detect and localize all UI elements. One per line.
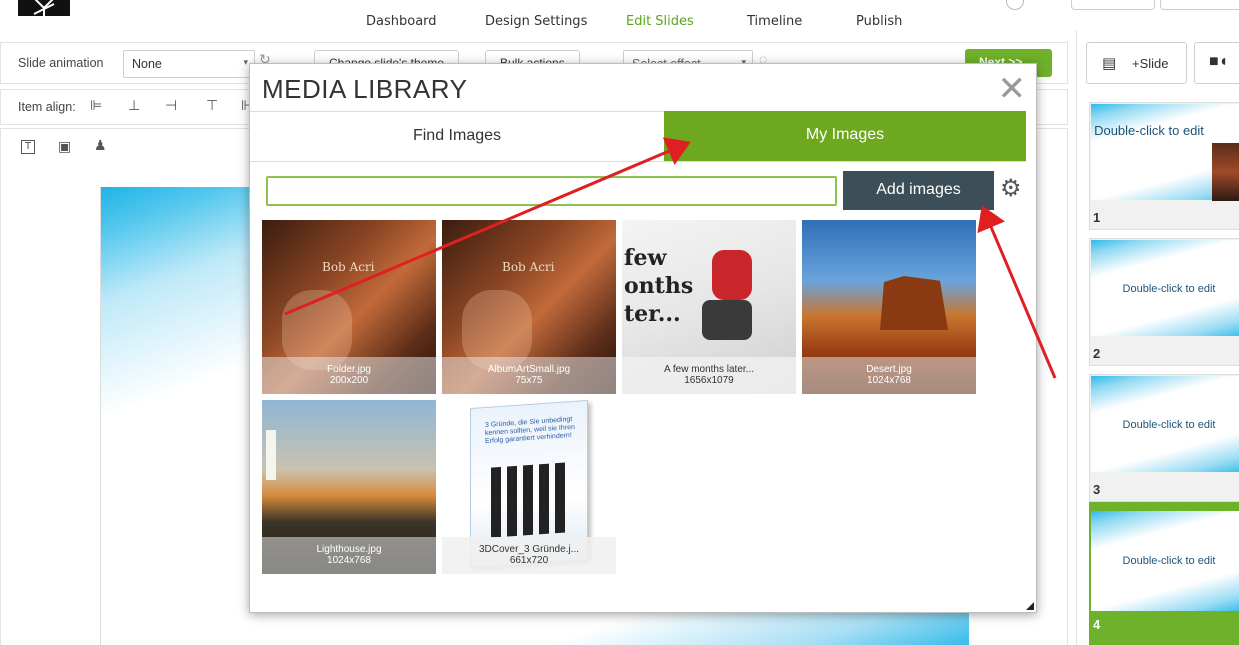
slide-thumbnail-2[interactable]: Double-click to edit 2 [1089, 238, 1239, 366]
slide-thumbnail-text: Double-click to edit [1122, 283, 1216, 295]
image-size: 200x200 [329, 375, 369, 386]
add-slide-button[interactable]: ▤ +Slide [1086, 42, 1187, 84]
search-input[interactable] [266, 176, 837, 206]
add-slide-label: +Slide [1132, 56, 1169, 71]
image-caption: Folder.jpg 200x200 [262, 357, 436, 394]
text-box-icon[interactable]: T [21, 140, 35, 154]
image-size: 75x75 [515, 375, 543, 386]
nav-timeline[interactable]: Timeline [747, 14, 802, 29]
gear-icon[interactable]: ⚙ [1000, 174, 1022, 202]
image-name: AlbumArtSmall.jpg [487, 364, 571, 375]
video-camera-icon: ■◖ [1209, 53, 1229, 70]
image-icon[interactable]: ▣ [58, 139, 71, 155]
tile-artwork-people [491, 462, 569, 538]
tile-artwork-text: Bob Acri [322, 260, 375, 274]
image-size: 1024x768 [867, 375, 911, 386]
top-button-2[interactable] [1160, 0, 1239, 10]
slide-thumbnail-text: Double-click to edit [1122, 419, 1216, 431]
tile-artwork-skier-legs [702, 300, 752, 340]
media-library-modal: MEDIA LIBRARY ✕ Find Images My Images Ad… [249, 63, 1037, 613]
image-tile-albumart[interactable]: Bob Acri AlbumArtSmall.jpg 75x75 [442, 220, 616, 394]
image-caption: AlbumArtSmall.jpg 75x75 [442, 357, 616, 394]
image-tile-desert[interactable]: Desert.jpg 1024x768 [802, 220, 976, 394]
chevron-down-icon: ▾ [243, 57, 248, 67]
add-images-button[interactable]: Add images [843, 171, 994, 210]
tile-artwork-lighthouse [266, 430, 276, 480]
image-caption: Desert.jpg 1024x768 [802, 357, 976, 394]
image-name: A few months later... [663, 364, 755, 375]
image-caption: 3DCover_3 Gründe.j... 661x720 [442, 537, 616, 574]
tile-artwork-butte [880, 276, 948, 330]
slide-thumbnail-3[interactable]: Double-click to edit 3 [1089, 374, 1239, 502]
image-tile-lighthouse[interactable]: Lighthouse.jpg 1024x768 [262, 400, 436, 574]
tile-text-line: onths [624, 273, 694, 299]
align-left-icon[interactable]: ⊫ [90, 98, 102, 114]
image-tile-ski[interactable]: few onths ter... A few months later... 1… [622, 220, 796, 394]
image-size: 1656x1079 [684, 375, 734, 386]
resize-handle[interactable] [1026, 602, 1034, 610]
app-logo[interactable] [18, 0, 70, 16]
slide-icon: ▤ [1102, 54, 1117, 72]
image-size: 661x720 [509, 555, 549, 566]
slide-thumbnail-1[interactable]: Double-click to edit 1 [1089, 102, 1239, 230]
help-icon[interactable] [1006, 0, 1024, 10]
slide-animation-select[interactable]: None ▾ [123, 50, 255, 78]
video-button[interactable]: ■◖ [1194, 42, 1239, 84]
tile-artwork-text: Bob Acri [502, 260, 555, 274]
item-align-label: Item align: [18, 100, 76, 114]
slide-thumbnail-text: Double-click to edit [1122, 555, 1216, 567]
nav-edit-slides[interactable]: Edit Slides [626, 14, 694, 29]
image-name: Lighthouse.jpg [316, 544, 382, 555]
align-center-icon[interactable]: ⊥ [128, 98, 140, 114]
slide-number: 3 [1093, 482, 1101, 497]
tile-artwork-skier [712, 250, 752, 300]
image-caption: Lighthouse.jpg 1024x768 [262, 537, 436, 574]
nav-dashboard[interactable]: Dashboard [366, 14, 437, 29]
tab-my-images[interactable]: My Images [664, 111, 1026, 161]
image-tile-folder[interactable]: Bob Acri Folder.jpg 200x200 [262, 220, 436, 394]
tile-artwork-text: few onths ter... [624, 244, 693, 328]
tile-text-line: few [624, 245, 667, 271]
slide-number: 4 [1093, 617, 1101, 632]
slide-animation-label: Slide animation [18, 56, 104, 70]
align-top-icon[interactable]: ⊤ [206, 98, 218, 114]
modal-title: MEDIA LIBRARY [262, 74, 468, 104]
panel-divider [1076, 30, 1077, 645]
top-nav: Dashboard Design Settings Edit Slides Ti… [0, 0, 1239, 36]
image-name: Desert.jpg [866, 364, 912, 375]
image-size: 1024x768 [327, 555, 371, 566]
top-button-1[interactable] [1071, 0, 1155, 10]
slide-animation-value: None [132, 57, 162, 71]
slide-thumbnail-photo [1212, 143, 1239, 201]
tile-artwork-text: 3 Gründe, die Sie unbedingt kennen sollt… [485, 415, 575, 446]
image-caption: A few months later... 1656x1079 [622, 357, 796, 394]
image-name: 3DCover_3 Gründe.j... [478, 544, 580, 555]
align-right-icon[interactable]: ⊣ [165, 98, 177, 114]
slide-thumbnail-text: Double-click to edit [1094, 123, 1204, 138]
tab-find-images[interactable]: Find Images [250, 111, 664, 161]
image-tile-3dcover[interactable]: 3 Gründe, die Sie unbedingt kennen sollt… [442, 400, 616, 574]
user-icon[interactable]: ♟ [94, 138, 107, 154]
image-name: Folder.jpg [327, 364, 371, 375]
nav-design-settings[interactable]: Design Settings [485, 14, 587, 29]
logo-icon [33, 0, 55, 16]
tab-divider [250, 161, 1026, 162]
slide-thumbnail-4[interactable]: Double-click to edit 4 [1089, 502, 1239, 645]
close-icon[interactable]: ✕ [998, 72, 1027, 106]
tile-text-line: ter... [624, 301, 681, 327]
nav-publish[interactable]: Publish [856, 14, 902, 29]
slide-number: 2 [1093, 346, 1101, 361]
slide-number: 1 [1093, 210, 1101, 225]
